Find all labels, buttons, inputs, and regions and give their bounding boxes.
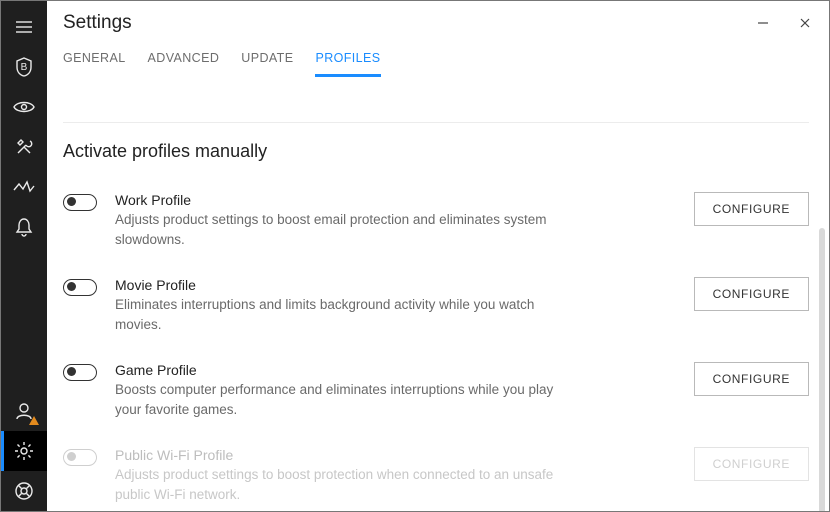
activity-icon[interactable] xyxy=(1,167,47,207)
shield-b-icon[interactable]: B xyxy=(1,47,47,87)
close-button[interactable] xyxy=(797,15,813,31)
menu-icon[interactable] xyxy=(1,7,47,47)
eye-icon[interactable] xyxy=(1,87,47,127)
profile-toggle[interactable] xyxy=(63,194,97,211)
profile-desc: Boosts computer performance and eliminat… xyxy=(115,380,575,419)
divider xyxy=(63,122,809,123)
titlebar: Settings xyxy=(47,1,829,45)
svg-text:B: B xyxy=(21,62,28,73)
section-title: Activate profiles manually xyxy=(63,141,809,162)
content: Activate profiles manually Work Profile A… xyxy=(47,78,829,511)
profile-toggle[interactable] xyxy=(63,364,97,381)
profile-name: Game Profile xyxy=(115,362,575,378)
main-panel: Settings GENERAL ADVANCED UPDATE PROFILES A… xyxy=(47,1,829,511)
tools-icon[interactable] xyxy=(1,127,47,167)
configure-button[interactable]: CONFIGURE xyxy=(694,362,809,396)
tab-profiles[interactable]: PROFILES xyxy=(315,45,380,77)
profile-name: Work Profile xyxy=(115,192,575,208)
configure-button[interactable]: CONFIGURE xyxy=(694,192,809,226)
profile-row: Game Profile Boosts computer performance … xyxy=(63,352,809,437)
profile-name: Public Wi-Fi Profile xyxy=(115,447,575,463)
profile-name: Movie Profile xyxy=(115,277,575,293)
tabs: GENERAL ADVANCED UPDATE PROFILES xyxy=(47,45,829,78)
tab-update[interactable]: UPDATE xyxy=(241,45,293,77)
account-icon[interactable] xyxy=(1,391,47,431)
support-icon[interactable] xyxy=(1,471,47,511)
warning-badge-icon xyxy=(29,416,39,425)
configure-button: CONFIGURE xyxy=(694,447,809,481)
profile-row: Public Wi-Fi Profile Adjusts product sett… xyxy=(63,437,809,511)
configure-button[interactable]: CONFIGURE xyxy=(694,277,809,311)
profile-row: Work Profile Adjusts product settings to … xyxy=(63,182,809,267)
profile-row: Movie Profile Eliminates interruptions an… xyxy=(63,267,809,352)
profile-desc: Adjusts product settings to boost protec… xyxy=(115,465,575,504)
profile-desc: Adjusts product settings to boost email … xyxy=(115,210,575,249)
profile-toggle xyxy=(63,449,97,466)
tab-advanced[interactable]: ADVANCED xyxy=(148,45,220,77)
sidebar: B xyxy=(1,1,47,511)
bell-icon[interactable] xyxy=(1,207,47,247)
scrollbar[interactable] xyxy=(819,228,825,511)
profile-toggle[interactable] xyxy=(63,279,97,296)
page-title: Settings xyxy=(63,12,132,34)
tab-general[interactable]: GENERAL xyxy=(63,45,126,77)
profile-desc: Eliminates interruptions and limits back… xyxy=(115,295,575,334)
minimize-button[interactable] xyxy=(755,15,771,31)
gear-icon[interactable] xyxy=(1,431,47,471)
